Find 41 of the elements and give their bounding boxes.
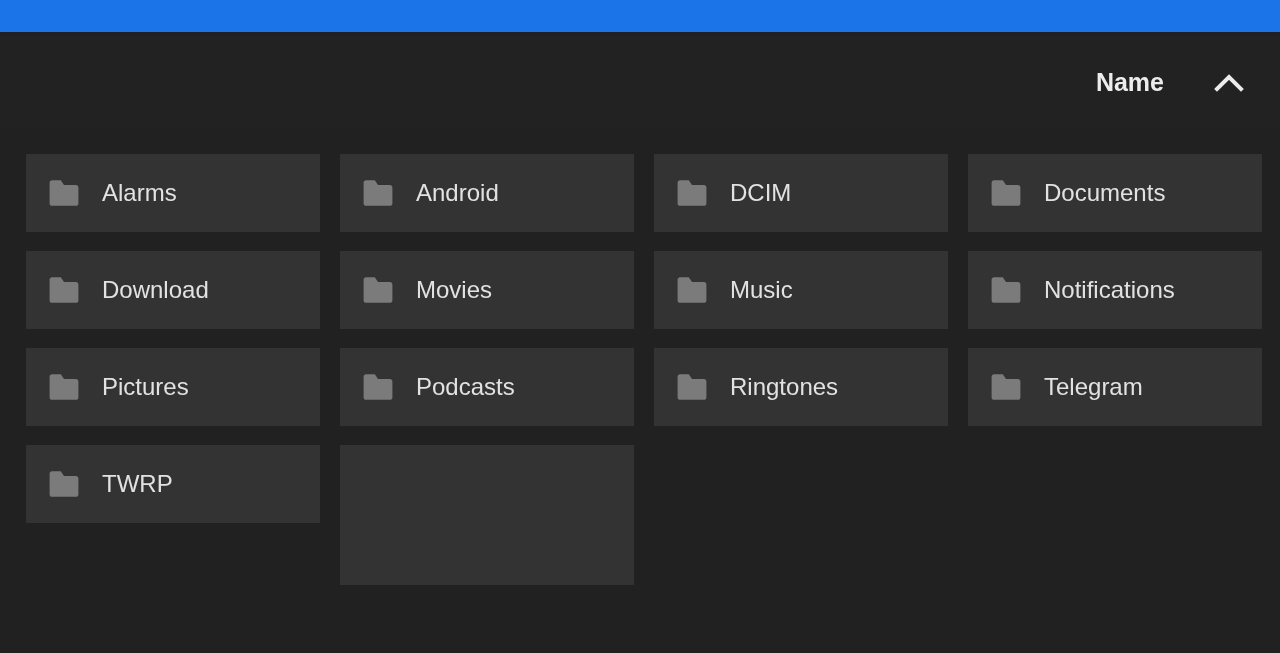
folder-icon <box>990 277 1022 303</box>
folder-name: Music <box>730 278 793 302</box>
folder-icon <box>48 180 80 206</box>
folder-card[interactable]: Music <box>654 251 948 329</box>
folder-card[interactable]: Podcasts <box>340 348 634 426</box>
folder-icon <box>48 471 80 497</box>
folder-card[interactable]: Documents <box>968 154 1262 232</box>
folder-icon <box>48 277 80 303</box>
folder-name: TWRP <box>102 472 173 496</box>
folder-name: DCIM <box>730 181 792 205</box>
folder-name: Android <box>416 181 499 205</box>
folder-icon <box>676 277 708 303</box>
folder-card[interactable]: Ringtones <box>654 348 948 426</box>
chevron-up-icon[interactable] <box>1214 72 1244 92</box>
sort-label[interactable]: Name <box>1095 69 1164 95</box>
folder-card[interactable]: Alarms <box>26 154 320 232</box>
folder-name: Pictures <box>102 375 189 399</box>
folder-icon <box>990 374 1022 400</box>
folder-icon <box>362 277 394 303</box>
folder-card[interactable]: Telegram <box>968 348 1262 426</box>
folder-name: Download <box>102 278 209 302</box>
folder-card[interactable]: Download <box>26 251 320 329</box>
folder-card[interactable]: Movies <box>340 251 634 329</box>
folder-icon <box>48 374 80 400</box>
folder-name: Podcasts <box>416 375 515 399</box>
folder-card[interactable]: Notifications <box>968 251 1262 329</box>
folder-name: Telegram <box>1044 375 1143 399</box>
folder-icon <box>362 180 394 206</box>
folder-card[interactable]: DCIM <box>654 154 948 232</box>
folder-card[interactable]: TWRP <box>26 445 320 523</box>
folder-icon <box>676 374 708 400</box>
folder-name: Documents <box>1044 181 1166 205</box>
folder-card[interactable]: Pictures <box>26 348 320 426</box>
folder-name: Ringtones <box>730 375 839 399</box>
folder-card[interactable]: Android <box>340 154 634 232</box>
folder-icon <box>362 374 394 400</box>
folder-name: Movies <box>416 278 493 302</box>
folder-icon <box>676 180 708 206</box>
folder-icon <box>990 180 1022 206</box>
folder-name: Alarms <box>102 181 177 205</box>
folder-name: Notifications <box>1044 278 1175 302</box>
